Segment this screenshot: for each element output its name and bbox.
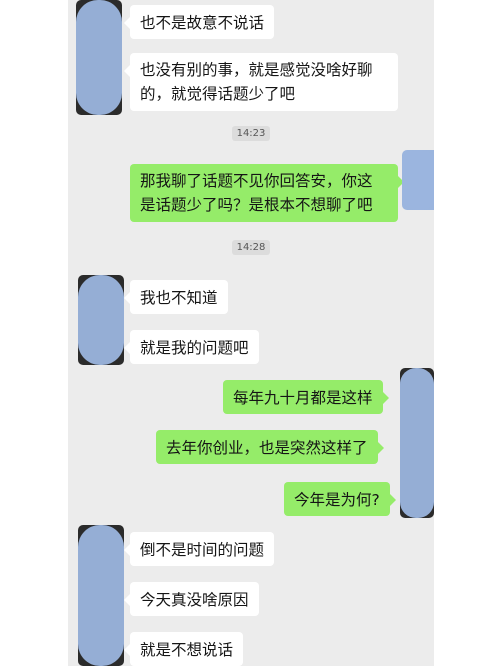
message-line: 的，就觉得话题少了吧 <box>140 85 296 103</box>
message-line: 也没有别的事，就是感觉没啥好聊 <box>140 61 373 79</box>
contact-avatar-icon[interactable] <box>78 525 124 666</box>
self-avatar-icon[interactable] <box>402 150 434 210</box>
message-bubble-incoming[interactable]: 就是我的问题吧 <box>124 330 259 364</box>
message-bubble-incoming[interactable]: 就是不想说话 <box>123 632 244 666</box>
message-bubble-outgoing[interactable]: 去年你创业，也是突然这样了 <box>156 430 384 464</box>
message-bubble-incoming[interactable]: 也没有别的事，就是感觉没啥好聊 的，就觉得话题少了吧 <box>124 53 398 111</box>
timestamp: 14:23 <box>68 126 434 141</box>
message-line: 是话题少了吗？是根本不想聊了吧 <box>140 196 373 214</box>
message-bubble-incoming[interactable]: 今天真没啥原因 <box>124 582 259 616</box>
message-bubble-outgoing[interactable]: 那我聊了话题不见你回答安，你这 是话题少了吗？是根本不想聊了吧 <box>130 164 404 222</box>
message-bubble-incoming[interactable]: 倒不是时间的问题 <box>123 532 275 566</box>
contact-avatar-icon[interactable] <box>76 0 122 115</box>
self-avatar-icon[interactable] <box>400 368 434 518</box>
message-bubble-outgoing[interactable]: 今年是为何? <box>284 482 396 516</box>
message-bubble-incoming[interactable]: 也不是故意不说话 <box>123 5 275 39</box>
contact-avatar-icon[interactable] <box>78 275 124 365</box>
message-line: 那我聊了话题不见你回答安，你这 <box>140 172 373 190</box>
message-bubble-incoming[interactable]: 我也不知道 <box>124 280 228 314</box>
timestamp: 14:28 <box>68 240 434 255</box>
message-bubble-outgoing[interactable]: 每年九十月都是这样 <box>223 380 389 414</box>
chat-window: 也不是故意不说话 也没有别的事，就是感觉没啥好聊 的，就觉得话题少了吧 14:2… <box>68 0 434 666</box>
